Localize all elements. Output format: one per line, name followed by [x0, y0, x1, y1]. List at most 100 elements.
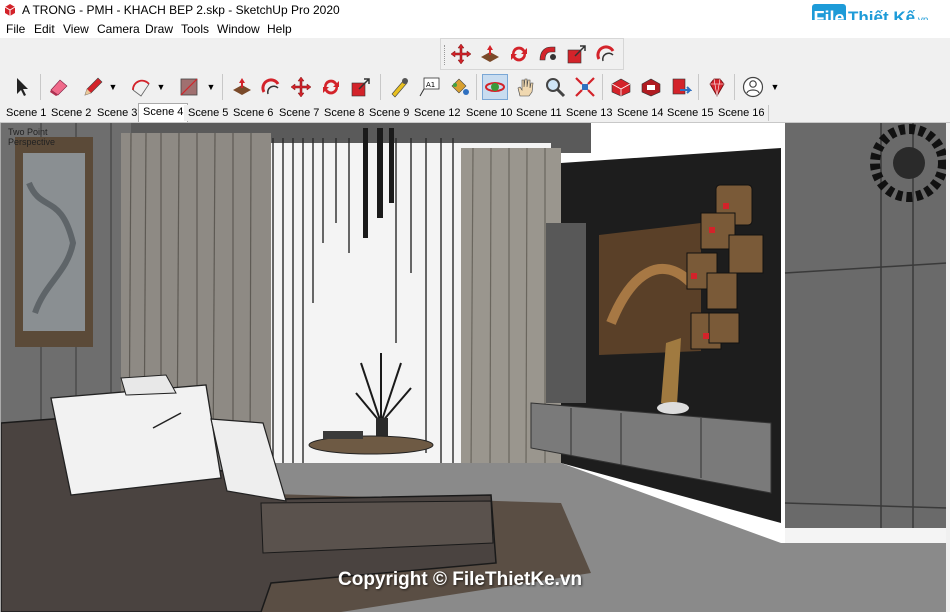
push-pull-main-button[interactable]	[229, 74, 255, 100]
menu-bar: File Edit View Camera Draw Tools Window …	[0, 20, 950, 38]
window-title: A TRONG - PMH - KHACH BEP 2.skp - Sketch…	[22, 3, 340, 17]
eraser-button[interactable]	[46, 74, 72, 100]
toolbar-separator	[734, 74, 735, 100]
menu-view[interactable]: View	[63, 22, 89, 36]
paint-bucket-button[interactable]	[446, 74, 472, 100]
hand-pan-icon	[517, 78, 534, 97]
rotate-main-button[interactable]	[318, 74, 344, 100]
tab-scene-10[interactable]: Scene 10	[462, 105, 518, 121]
model-viewport[interactable]: Two Point Perspective	[0, 123, 947, 612]
text-button[interactable]: A1	[416, 74, 442, 100]
menu-help[interactable]: Help	[267, 22, 292, 36]
push-pull-button[interactable]	[477, 41, 503, 67]
rotate-icon	[323, 79, 339, 95]
zoom-button[interactable]	[542, 74, 568, 100]
offset-icon	[261, 78, 280, 95]
television	[599, 223, 701, 355]
offset-button[interactable]	[593, 41, 619, 67]
offset-icon	[596, 45, 615, 62]
send-to-layout-button[interactable]	[668, 74, 694, 100]
right-wall	[785, 123, 947, 543]
scale-main-button[interactable]	[348, 74, 374, 100]
tab-scene-11[interactable]: Scene 11	[512, 105, 567, 121]
extension-warehouse-button[interactable]	[638, 74, 664, 100]
rotate-button[interactable]	[506, 41, 532, 67]
tab-scene-14[interactable]: Scene 14	[613, 105, 669, 121]
zoom-extents-button[interactable]	[572, 74, 598, 100]
select-button[interactable]	[9, 74, 35, 100]
3d-warehouse-icon	[611, 78, 631, 97]
move-main-button[interactable]	[288, 74, 314, 100]
move-button[interactable]	[448, 41, 474, 67]
tab-scene-6[interactable]: Scene 6	[229, 105, 279, 121]
scale-icon	[567, 45, 586, 64]
warehouse-button[interactable]	[608, 74, 634, 100]
camera-type-label: Two Point Perspective	[8, 127, 56, 147]
pencil-icon	[84, 77, 103, 96]
tape-measure-icon	[391, 78, 408, 98]
extension-manager-button[interactable]	[704, 74, 730, 100]
tab-scene-5[interactable]: Scene 5	[184, 105, 234, 121]
rectangle-icon	[180, 78, 198, 96]
extension-warehouse-icon	[641, 78, 661, 97]
floating-toolbar	[440, 38, 624, 70]
tab-scene-15[interactable]: Scene 15	[663, 105, 719, 121]
account-button[interactable]	[740, 74, 766, 100]
push-pull-icon	[481, 45, 499, 62]
rotate-icon	[511, 46, 527, 62]
tab-scene-3[interactable]: Scene 3	[93, 105, 143, 121]
account-dropdown[interactable]: ▼	[770, 74, 780, 100]
follow-me-icon	[539, 46, 556, 61]
arc-button[interactable]	[128, 74, 154, 100]
toolbar-separator	[698, 74, 699, 100]
tape-measure-button[interactable]	[386, 74, 412, 100]
tab-scene-1[interactable]: Scene 1	[2, 105, 52, 121]
offset-main-button[interactable]	[258, 74, 284, 100]
main-toolbar: ▼ ▼ ▼ A1 ▼	[0, 70, 800, 104]
arrow-cursor-icon	[17, 78, 28, 96]
svg-text:A1: A1	[426, 81, 435, 89]
arc-dropdown[interactable]: ▼	[156, 74, 166, 100]
orbit-icon	[485, 82, 505, 92]
follow-me-button[interactable]	[535, 41, 561, 67]
tab-scene-12[interactable]: Scene 12	[410, 105, 466, 121]
paint-bucket-icon	[451, 78, 469, 95]
toolbar-separator	[476, 74, 477, 100]
tab-scene-16[interactable]: Scene 16	[714, 105, 770, 121]
toolbar-separator	[380, 74, 381, 100]
menu-camera[interactable]: Camera	[97, 22, 140, 36]
push-pull-icon	[233, 78, 251, 95]
menu-tools[interactable]: Tools	[181, 22, 209, 36]
text-label-icon: A1	[419, 77, 440, 97]
menu-file[interactable]: File	[6, 22, 25, 36]
title-bar: A TRONG - PMH - KHACH BEP 2.skp - Sketch…	[0, 0, 950, 20]
pillow-front	[50, 384, 222, 496]
menu-edit[interactable]: Edit	[34, 22, 55, 36]
scene-tabs: Scene 1 Scene 2 Scene 3 Scene 4 Scene 5 …	[0, 103, 950, 123]
magnifier-icon	[546, 78, 566, 98]
eraser-icon	[50, 79, 68, 96]
line-button[interactable]	[80, 74, 106, 100]
rectangle-button[interactable]	[176, 74, 202, 100]
tab-scene-2[interactable]: Scene 2	[47, 105, 97, 121]
scale-button[interactable]	[564, 41, 590, 67]
menu-window[interactable]: Window	[217, 22, 260, 36]
living-room-render	[1, 123, 947, 612]
user-avatar-icon	[742, 76, 764, 98]
pan-button[interactable]	[512, 74, 538, 100]
tab-scene-4[interactable]: Scene 4	[138, 103, 189, 122]
line-dropdown[interactable]: ▼	[108, 74, 118, 100]
send-to-layout-icon	[672, 78, 692, 95]
tab-scene-7[interactable]: Scene 7	[275, 105, 325, 121]
tab-scene-9[interactable]: Scene 9	[365, 105, 415, 121]
menu-draw[interactable]: Draw	[145, 22, 173, 36]
copyright-watermark: Copyright © FileThietKe.vn	[338, 569, 583, 590]
tab-scene-8[interactable]: Scene 8	[320, 105, 370, 121]
orbit-button[interactable]	[482, 74, 508, 100]
toolbar-separator	[222, 74, 223, 100]
toolbar-grip[interactable]	[444, 45, 447, 65]
tab-scene-13[interactable]: Scene 13	[562, 105, 618, 121]
move-icon	[290, 76, 312, 98]
rectangle-dropdown[interactable]: ▼	[206, 74, 216, 100]
toolbar-separator	[40, 74, 41, 100]
